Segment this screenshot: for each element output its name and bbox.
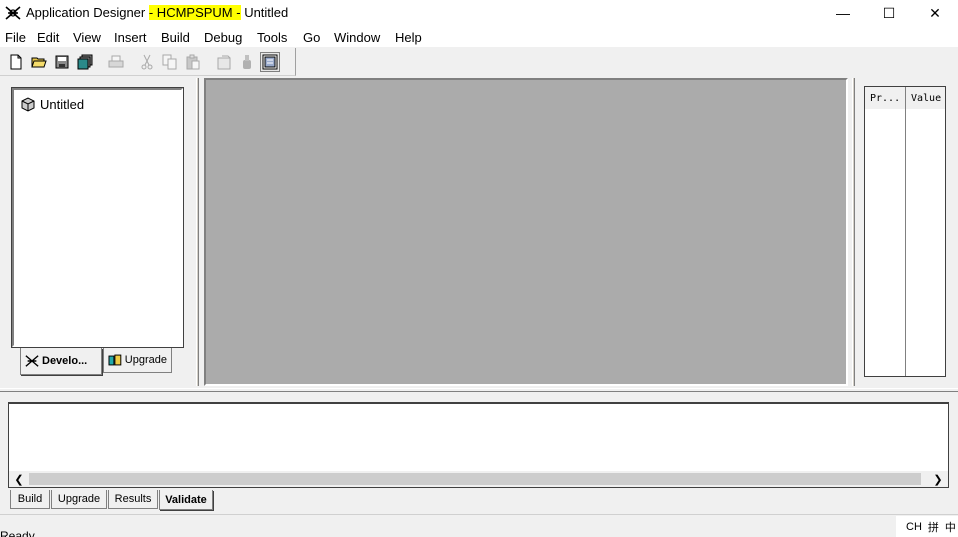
status-bar: Ready <box>0 514 958 537</box>
value-column-header[interactable]: Value <box>906 87 945 109</box>
mdi-workspace <box>204 78 848 386</box>
project-workspace-panel[interactable]: Untitled <box>11 87 184 348</box>
new-icon[interactable] <box>6 52 26 72</box>
output-splitter[interactable] <box>0 388 958 392</box>
title-suffix: Untitled <box>240 5 289 20</box>
right-splitter[interactable] <box>852 78 855 386</box>
menu-view[interactable]: View <box>73 30 101 45</box>
app-designer-icon <box>5 6 21 20</box>
tab-results[interactable]: Results <box>108 490 158 509</box>
ime-lang[interactable]: CH <box>906 521 922 533</box>
menu-tools[interactable]: Tools <box>257 30 287 45</box>
upgrade-icon <box>108 354 122 366</box>
project-workspace-icon[interactable] <box>260 52 280 72</box>
properties-panel: Pr... Value <box>864 86 946 377</box>
properties-icon[interactable] <box>214 52 234 72</box>
scroll-left-icon[interactable]: ❮ <box>11 471 27 487</box>
minimize-icon: — <box>836 5 850 21</box>
close-button[interactable]: ✕ <box>912 0 958 26</box>
app-designer-icon <box>25 355 39 367</box>
menu-file[interactable]: File <box>5 30 26 45</box>
menu-window[interactable]: Window <box>334 30 380 45</box>
tab-development[interactable]: Develo... <box>20 348 102 375</box>
copy-icon[interactable] <box>160 52 180 72</box>
menu-insert[interactable]: Insert <box>114 30 147 45</box>
output-window[interactable]: ❮ ❯ <box>8 402 949 488</box>
ime-indicator[interactable]: CH 拼 中 <box>896 516 958 537</box>
tree-item-label: Untitled <box>40 96 85 112</box>
menu-build[interactable]: Build <box>161 30 190 45</box>
scroll-thumb[interactable] <box>29 473 921 485</box>
toolbar <box>0 48 958 76</box>
menu-bar: File Edit View Insert Build Debug Tools … <box>0 26 958 48</box>
menu-edit[interactable]: Edit <box>37 30 59 45</box>
title-prefix: Application Designer <box>26 5 149 20</box>
column-divider <box>905 109 906 376</box>
ime-mode[interactable]: 拼 <box>928 519 939 535</box>
property-column-header[interactable]: Pr... <box>865 87 906 109</box>
menu-help[interactable]: Help <box>395 30 422 45</box>
maximize-button[interactable]: ☐ <box>866 0 912 26</box>
find-icon[interactable] <box>237 52 257 72</box>
title-database-highlight: - HCMPSPUM - <box>148 5 241 20</box>
properties-header: Pr... Value <box>865 87 945 109</box>
minimize-button[interactable]: — <box>820 0 866 26</box>
status-text: Ready <box>0 529 35 537</box>
tab-upgrade[interactable]: Upgrade <box>103 348 172 373</box>
menu-go[interactable]: Go <box>303 30 320 45</box>
title-bar: Application Designer - HCMPSPUM - Untitl… <box>0 0 958 26</box>
tab-validate[interactable]: Validate <box>159 490 213 510</box>
scroll-right-icon[interactable]: ❯ <box>930 471 946 487</box>
paste-icon[interactable] <box>183 52 203 72</box>
save-icon[interactable] <box>52 52 72 72</box>
tab-upgrade-label: Upgrade <box>124 354 167 366</box>
tab-build[interactable]: Build <box>10 490 50 509</box>
open-icon[interactable] <box>29 52 49 72</box>
project-icon <box>21 97 35 112</box>
horizontal-scrollbar[interactable]: ❮ ❯ <box>9 471 948 487</box>
ime-extra[interactable]: 中 <box>945 519 956 535</box>
save-all-icon[interactable] <box>75 52 95 72</box>
tree-item-untitled-project[interactable]: Untitled <box>20 96 84 112</box>
tab-upgrade-output[interactable]: Upgrade <box>51 490 107 509</box>
tab-development-label: Develo... <box>42 355 88 367</box>
window-title: Application Designer - HCMPSPUM - Untitl… <box>26 5 288 20</box>
menu-debug[interactable]: Debug <box>204 30 242 45</box>
cut-icon[interactable] <box>137 52 157 72</box>
left-splitter[interactable] <box>196 78 199 386</box>
print-icon[interactable] <box>106 52 126 72</box>
maximize-icon: ☐ <box>882 4 896 21</box>
close-icon: ✕ <box>929 4 941 21</box>
